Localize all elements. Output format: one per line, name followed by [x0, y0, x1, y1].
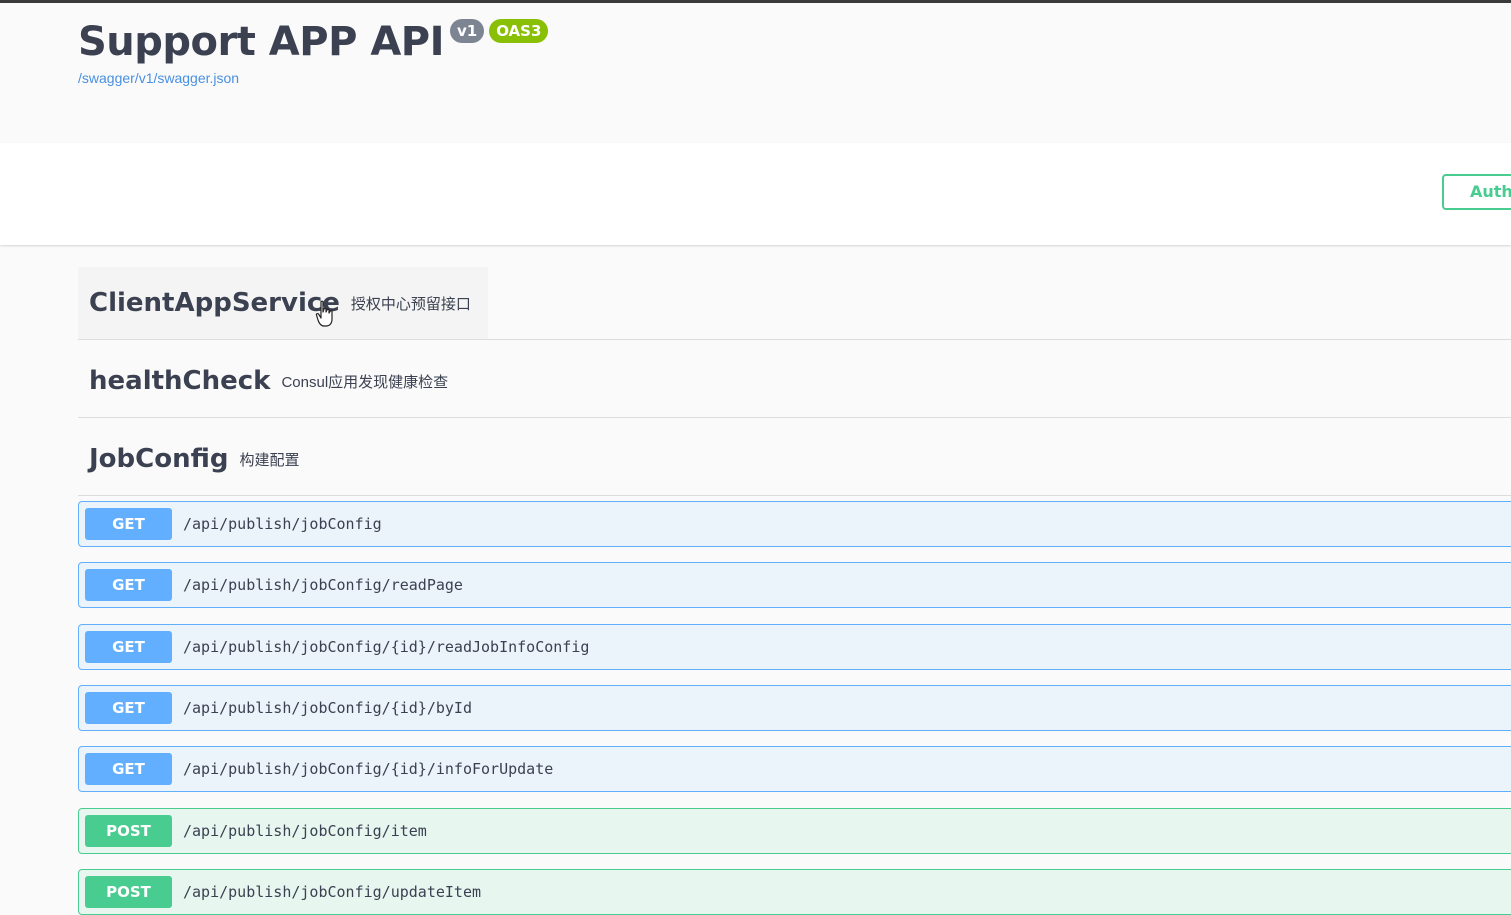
operation-path: /api/publish/jobConfig/{id}/infoForUpdat…	[183, 760, 554, 778]
operation-path: /api/publish/jobConfig	[183, 515, 382, 533]
tag-name: healthCheck	[89, 366, 271, 396]
opblock-post-updateitem[interactable]: POST /api/publish/jobConfig/updateItem	[78, 869, 1511, 915]
tag-description: 授权中心预留接口	[350, 295, 471, 313]
method-badge: GET	[85, 631, 172, 663]
opblock-get-readpage[interactable]: GET /api/publish/jobConfig/readPage	[78, 562, 1511, 608]
authorize-button[interactable]: Authorize	[1442, 174, 1511, 210]
method-badge: GET	[85, 569, 172, 601]
opblock-get-readjobinfoconfig[interactable]: GET /api/publish/jobConfig/{id}/readJobI…	[78, 624, 1511, 670]
opblock-get-infoforupdate[interactable]: GET /api/publish/jobConfig/{id}/infoForU…	[78, 746, 1511, 792]
version-badge: v1	[449, 19, 485, 43]
page-title: Support APP API	[78, 19, 444, 65]
tag-jobconfig[interactable]: JobConfig 构建配置	[78, 423, 1511, 496]
method-badge: GET	[85, 753, 172, 785]
hand-cursor-icon	[315, 300, 333, 327]
tag-description: 构建配置	[239, 451, 300, 469]
method-badge: GET	[85, 692, 172, 724]
operation-path: /api/publish/jobConfig/readPage	[183, 576, 463, 594]
method-badge: GET	[85, 508, 172, 540]
opblock-get-jobconfig[interactable]: GET /api/publish/jobConfig	[78, 501, 1511, 547]
operation-path: /api/publish/jobConfig/{id}/byId	[183, 699, 472, 717]
operation-path: /api/publish/jobConfig/item	[183, 822, 427, 840]
operation-path: /api/publish/jobConfig/updateItem	[183, 883, 482, 901]
tag-clientappservice[interactable]: ClientAppService 授权中心预留接口	[78, 267, 1511, 340]
tag-healthcheck[interactable]: healthCheck Consul应用发现健康检查	[78, 345, 1511, 418]
swagger-json-link[interactable]: /swagger/v1/swagger.json	[78, 70, 239, 86]
tag-name: ClientAppService	[89, 288, 340, 318]
title-row: Support APP API v1 OAS3	[78, 15, 549, 69]
tag-name: JobConfig	[89, 444, 229, 474]
oas-badge: OAS3	[489, 19, 549, 43]
api-info-section: Support APP API v1 OAS3 /swagger/v1/swag…	[0, 3, 1511, 143]
method-badge: POST	[85, 815, 172, 847]
operation-path: /api/publish/jobConfig/{id}/readJobInfoC…	[183, 638, 590, 656]
opblock-get-byid[interactable]: GET /api/publish/jobConfig/{id}/byId	[78, 685, 1511, 731]
scheme-container: Authorize	[0, 143, 1511, 245]
tag-description: Consul应用发现健康检查	[281, 373, 449, 391]
method-badge: POST	[85, 876, 172, 908]
opblock-post-item[interactable]: POST /api/publish/jobConfig/item	[78, 808, 1511, 854]
